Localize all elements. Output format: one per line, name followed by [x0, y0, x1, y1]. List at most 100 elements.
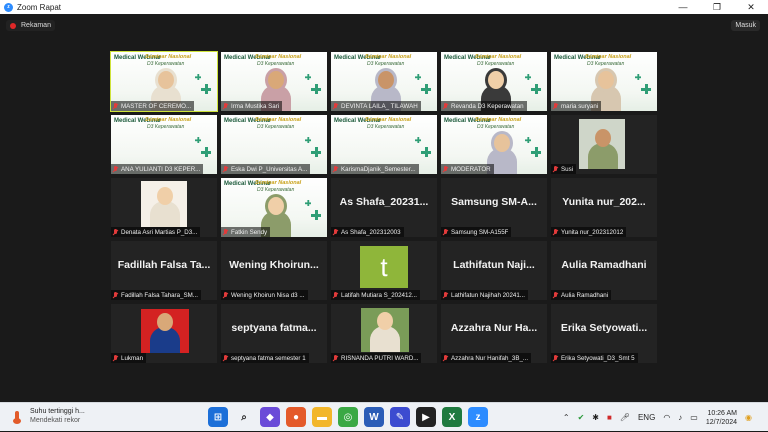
participant-name: As Shafa_202312003	[341, 228, 401, 236]
bluetooth-icon[interactable]: ✱	[592, 413, 599, 422]
participant-tile[interactable]: Medical Webinar Seminar Nasional D3 Kepera…	[110, 51, 218, 112]
participant-name: Wening Khoirun Nisa d3 ...	[231, 291, 305, 299]
participant-avatar: t	[360, 246, 408, 288]
participant-name: Lukman	[121, 354, 144, 362]
wifi-icon[interactable]: ◠	[663, 413, 670, 422]
participant-tile[interactable]: Denata Asri Martias P_D3...	[111, 178, 217, 237]
participant-tile[interactable]: Medical Webinar Seminar Nasional D3 Kepera…	[331, 115, 437, 174]
muted-mic-icon	[113, 165, 118, 173]
muted-mic-icon	[443, 291, 448, 299]
participant-tile[interactable]: Medical Webinar Seminar Nasional D3 Kepera…	[441, 115, 547, 174]
poster-script: Seminar Nasional	[585, 54, 632, 60]
zoom-taskbar-icon[interactable]: z	[468, 407, 488, 427]
editor-icon[interactable]: ✎	[390, 407, 410, 427]
muted-mic-icon	[553, 291, 558, 299]
poster-script: Seminar Nasional	[365, 117, 412, 123]
copilot-icon[interactable]: ◆	[260, 407, 280, 427]
tray-app-icon[interactable]: ✔	[578, 413, 585, 422]
participant-name: Fadillah Falsa Tahara_SM...	[121, 291, 198, 299]
battery-icon[interactable]: ▭	[690, 413, 698, 422]
participant-tile[interactable]: Medical Webinar Seminar Nasional D3 Kepera…	[111, 115, 217, 174]
participant-tile[interactable]: Medical Webinar Seminar Nasional D3 Kepera…	[221, 115, 327, 174]
participant-tile[interactable]: Medical Webinar Seminar Nasional D3 Kepera…	[221, 52, 327, 111]
participant-tile[interactable]: Yunita nur_202... Yunita nur_202312012	[551, 178, 657, 237]
muted-mic-icon	[223, 291, 228, 299]
word-icon[interactable]: W	[364, 407, 384, 427]
participant-tile[interactable]: Lukman	[111, 304, 217, 363]
language-indicator[interactable]: ENG	[638, 413, 655, 422]
participant-tile[interactable]: Aulia Ramadhani Aulia Ramadhani	[551, 241, 657, 300]
microphone-icon[interactable]: 🎤︎	[620, 413, 630, 422]
system-tray: ⌃ ✔ ✱ ■ 🎤︎ ENG ◠ ♪ ▭ 10:26 AM 12/7/2024 …	[563, 403, 760, 432]
muted-mic-icon	[333, 228, 338, 236]
participant-name-label: Eska Dwi P_Universitas A...	[221, 164, 311, 174]
participant-tile[interactable]: Lathifatun Naji... Lathifatun Najihah 202…	[441, 241, 547, 300]
participant-name: Eska Dwi P_Universitas A...	[231, 165, 308, 173]
participant-name: septyana fatma semester 1	[231, 354, 306, 362]
participant-tile[interactable]: septyana fatma... septyana fatma semester…	[221, 304, 327, 363]
participant-name: Irma Mustika Sari	[231, 102, 280, 110]
participant-tile[interactable]: Medical Webinar Seminar Nasional D3 Kepera…	[331, 52, 437, 111]
participant-tile[interactable]: RISNANDA PUTRI WARD...	[331, 304, 437, 363]
weather-widget[interactable]: Suhu tertinggi h... Mendekati rekor	[10, 408, 85, 424]
participant-tile[interactable]: Azzahra Nur Ha... Azzahra Nur Hanifah_3B_…	[441, 304, 547, 363]
chrome-icon[interactable]: ◎	[338, 407, 358, 427]
medical-cross-icon	[635, 74, 641, 80]
poster-sub: D3 Keperawatan	[367, 124, 405, 130]
medical-cross-icon	[415, 74, 421, 80]
poster-sub: D3 Keperawatan	[257, 124, 295, 130]
medical-cross-icon	[311, 147, 321, 157]
enter-button[interactable]: Masuk	[731, 20, 760, 31]
maximize-button[interactable]: ❐	[700, 0, 734, 14]
antivirus-icon[interactable]: ■	[607, 413, 612, 422]
participant-tile[interactable]: Erika Setyowati... Erika Setyowati_D3_Smt…	[551, 304, 657, 363]
participant-tile[interactable]: Medical Webinar Seminar Nasional D3 Kepera…	[551, 52, 657, 111]
clock[interactable]: 10:26 AM 12/7/2024	[706, 409, 737, 427]
medical-cross-icon	[311, 84, 321, 94]
start-menu-icon[interactable]: ⊞	[208, 407, 228, 427]
medical-cross-icon	[305, 200, 311, 206]
media-player-icon[interactable]: ▶	[416, 407, 436, 427]
search-icon[interactable]: ⌕	[234, 407, 254, 427]
minimize-button[interactable]: —	[666, 0, 700, 14]
participant-name-label: RISNANDA PUTRI WARD...	[331, 353, 422, 363]
window-titlebar: z Zoom Rapat — ❐ ✕	[0, 0, 768, 14]
muted-mic-icon	[113, 291, 118, 299]
volume-icon[interactable]: ♪	[678, 413, 682, 422]
chevron-up-icon[interactable]: ⌃	[563, 413, 570, 422]
muted-mic-icon	[553, 102, 558, 110]
participant-name: Susi	[561, 165, 574, 173]
participant-tile[interactable]: Medical Webinar Seminar Nasional D3 Kepera…	[221, 178, 327, 237]
medical-cross-icon	[195, 137, 201, 143]
participant-name: Revanda D3 Keperawatan	[451, 102, 524, 110]
participant-tile[interactable]: Fadillah Falsa Ta... Fadillah Falsa Tahar…	[111, 241, 217, 300]
muted-mic-icon	[113, 228, 118, 236]
medical-cross-icon	[531, 84, 541, 94]
notification-bell-icon[interactable]: ◉	[745, 413, 752, 422]
participant-tile[interactable]: t Latifah Mutiara S_202412...	[331, 241, 437, 300]
medical-cross-icon	[305, 74, 311, 80]
muted-mic-icon	[223, 165, 228, 173]
participant-tile[interactable]: Wening Khoirun... Wening Khoirun Nisa d3 …	[221, 241, 327, 300]
file-explorer-icon[interactable]: ▬	[312, 407, 332, 427]
participant-display-name: Lathifatun Naji...	[453, 259, 535, 271]
participant-display-name: Erika Setyowati...	[560, 322, 648, 334]
close-button[interactable]: ✕	[734, 0, 768, 14]
muted-mic-icon	[443, 354, 448, 362]
recording-indicator[interactable]: Rekaman	[6, 20, 55, 31]
participant-tile[interactable]: Susi	[551, 115, 657, 174]
poster-script: Seminar Nasional	[255, 180, 302, 186]
participant-tile[interactable]: Samsung SM-A... Samsung SM-A155F	[441, 178, 547, 237]
app-icon[interactable]: ●	[286, 407, 306, 427]
participant-name-label: Fadillah Falsa Tahara_SM...	[111, 290, 201, 300]
participant-name: Erika Setyowati_D3_Smt 5	[561, 354, 635, 362]
muted-mic-icon	[333, 354, 338, 362]
muted-mic-icon	[223, 228, 228, 236]
participant-name-label: Denata Asri Martias P_D3...	[111, 227, 201, 237]
participant-name-label: Revanda D3 Keperawatan	[441, 101, 527, 111]
medical-cross-icon	[531, 147, 541, 157]
participant-video	[141, 309, 189, 353]
participant-tile[interactable]: Medical Webinar Seminar Nasional D3 Kepera…	[441, 52, 547, 111]
excel-icon[interactable]: X	[442, 407, 462, 427]
participant-tile[interactable]: As Shafa_20231... As Shafa_202312003	[331, 178, 437, 237]
